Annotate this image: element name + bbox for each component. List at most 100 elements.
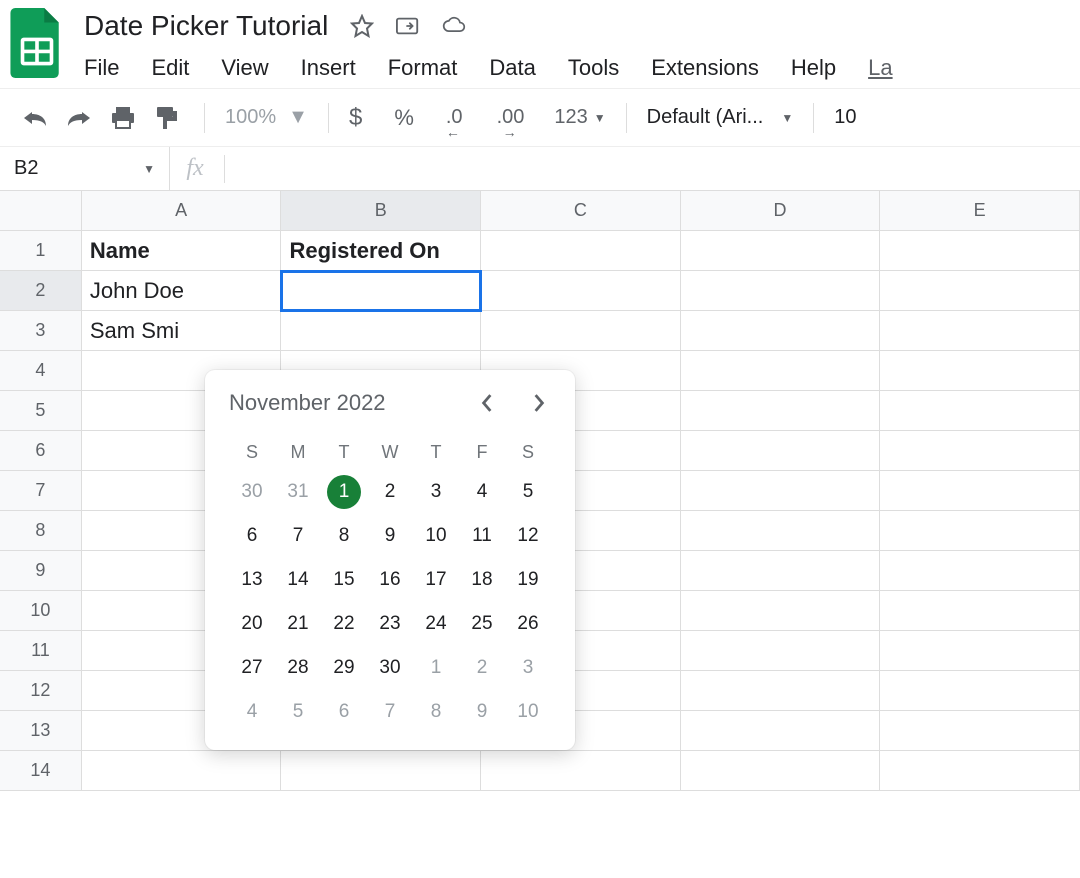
- cell-D13[interactable]: [681, 711, 881, 751]
- date-picker-day[interactable]: 26: [507, 604, 549, 644]
- cell-D3[interactable]: [681, 311, 881, 351]
- menu-overflow[interactable]: La: [868, 55, 892, 81]
- row-header-6[interactable]: 6: [0, 431, 82, 471]
- more-formats-button[interactable]: 123▼: [554, 106, 605, 129]
- font-family-select[interactable]: Default (Ari... ▼: [647, 106, 794, 129]
- cell-E1[interactable]: [880, 231, 1080, 271]
- cell-D7[interactable]: [681, 471, 881, 511]
- cell-E13[interactable]: [880, 711, 1080, 751]
- cell-D5[interactable]: [681, 391, 881, 431]
- name-box[interactable]: B2 ▼: [0, 147, 170, 190]
- format-currency-button[interactable]: $: [349, 104, 362, 132]
- sheets-logo[interactable]: [10, 8, 64, 78]
- cell-E7[interactable]: [880, 471, 1080, 511]
- date-picker-day[interactable]: 9: [461, 692, 503, 732]
- date-picker-day[interactable]: 11: [461, 516, 503, 556]
- date-picker-day[interactable]: 10: [507, 692, 549, 732]
- cell-B2[interactable]: [281, 271, 481, 311]
- move-icon[interactable]: [396, 14, 420, 38]
- paint-format-button[interactable]: [150, 101, 184, 135]
- menu-format[interactable]: Format: [388, 55, 458, 81]
- date-picker-day[interactable]: 30: [369, 648, 411, 688]
- menu-edit[interactable]: Edit: [151, 55, 189, 81]
- cell-E14[interactable]: [880, 751, 1080, 791]
- document-title[interactable]: Date Picker Tutorial: [84, 10, 328, 42]
- cell-E10[interactable]: [880, 591, 1080, 631]
- col-header-B[interactable]: B: [281, 191, 481, 231]
- print-button[interactable]: [106, 101, 140, 135]
- menu-file[interactable]: File: [84, 55, 119, 81]
- menu-extensions[interactable]: Extensions: [651, 55, 759, 81]
- cell-E8[interactable]: [880, 511, 1080, 551]
- cell-D14[interactable]: [681, 751, 881, 791]
- cell-E3[interactable]: [880, 311, 1080, 351]
- next-month-button[interactable]: [527, 391, 551, 415]
- date-picker-day[interactable]: 29: [323, 648, 365, 688]
- cell-C1[interactable]: [481, 231, 681, 271]
- menu-insert[interactable]: Insert: [301, 55, 356, 81]
- row-header-7[interactable]: 7: [0, 471, 82, 511]
- select-all-corner[interactable]: [0, 191, 82, 231]
- row-header-10[interactable]: 10: [0, 591, 82, 631]
- increase-decimal-button[interactable]: .00→: [497, 106, 525, 129]
- font-size-input[interactable]: 10: [834, 106, 856, 129]
- cloud-status-icon[interactable]: [442, 14, 466, 38]
- date-picker-day[interactable]: 8: [415, 692, 457, 732]
- date-picker-day[interactable]: 1: [327, 475, 361, 509]
- cell-B1[interactable]: Registered On: [281, 231, 481, 271]
- cell-C3[interactable]: [481, 311, 681, 351]
- row-header-4[interactable]: 4: [0, 351, 82, 391]
- date-picker-day[interactable]: 31: [277, 472, 319, 512]
- date-picker-day[interactable]: 30: [231, 472, 273, 512]
- col-header-D[interactable]: D: [681, 191, 881, 231]
- cell-E12[interactable]: [880, 671, 1080, 711]
- prev-month-button[interactable]: [475, 391, 499, 415]
- date-picker-day[interactable]: 5: [507, 472, 549, 512]
- row-header-12[interactable]: 12: [0, 671, 82, 711]
- menu-tools[interactable]: Tools: [568, 55, 619, 81]
- date-picker-day[interactable]: 24: [415, 604, 457, 644]
- date-picker-day[interactable]: 21: [277, 604, 319, 644]
- date-picker-day[interactable]: 9: [369, 516, 411, 556]
- date-picker-day[interactable]: 20: [231, 604, 273, 644]
- cell-A3[interactable]: Sam Smi: [82, 311, 282, 351]
- date-picker-day[interactable]: 17: [415, 560, 457, 600]
- row-header-11[interactable]: 11: [0, 631, 82, 671]
- undo-button[interactable]: [18, 101, 52, 135]
- date-picker-day[interactable]: 3: [507, 648, 549, 688]
- date-picker-day[interactable]: 2: [461, 648, 503, 688]
- date-picker-day[interactable]: 10: [415, 516, 457, 556]
- col-header-C[interactable]: C: [481, 191, 681, 231]
- cell-D9[interactable]: [681, 551, 881, 591]
- date-picker-day[interactable]: 7: [369, 692, 411, 732]
- row-header-8[interactable]: 8: [0, 511, 82, 551]
- date-picker-day[interactable]: 27: [231, 648, 273, 688]
- row-header-2[interactable]: 2: [0, 271, 82, 311]
- menu-help[interactable]: Help: [791, 55, 836, 81]
- date-picker-day[interactable]: 14: [277, 560, 319, 600]
- redo-button[interactable]: [62, 101, 96, 135]
- cell-E5[interactable]: [880, 391, 1080, 431]
- date-picker-day[interactable]: 6: [231, 516, 273, 556]
- cell-C2[interactable]: [481, 271, 681, 311]
- date-picker-day[interactable]: 18: [461, 560, 503, 600]
- cell-A2[interactable]: John Doe: [82, 271, 282, 311]
- date-picker-month-label[interactable]: November 2022: [229, 390, 386, 416]
- cell-B14[interactable]: [281, 751, 481, 791]
- cell-E6[interactable]: [880, 431, 1080, 471]
- cell-D1[interactable]: [681, 231, 881, 271]
- cell-D10[interactable]: [681, 591, 881, 631]
- format-percent-button[interactable]: %: [394, 105, 414, 131]
- cell-E11[interactable]: [880, 631, 1080, 671]
- cell-B3[interactable]: [281, 311, 481, 351]
- date-picker-day[interactable]: 28: [277, 648, 319, 688]
- cell-D8[interactable]: [681, 511, 881, 551]
- row-header-9[interactable]: 9: [0, 551, 82, 591]
- date-picker-day[interactable]: 6: [323, 692, 365, 732]
- cell-D2[interactable]: [681, 271, 881, 311]
- date-picker-day[interactable]: 13: [231, 560, 273, 600]
- row-header-3[interactable]: 3: [0, 311, 82, 351]
- date-picker-day[interactable]: 23: [369, 604, 411, 644]
- row-header-5[interactable]: 5: [0, 391, 82, 431]
- cell-E4[interactable]: [880, 351, 1080, 391]
